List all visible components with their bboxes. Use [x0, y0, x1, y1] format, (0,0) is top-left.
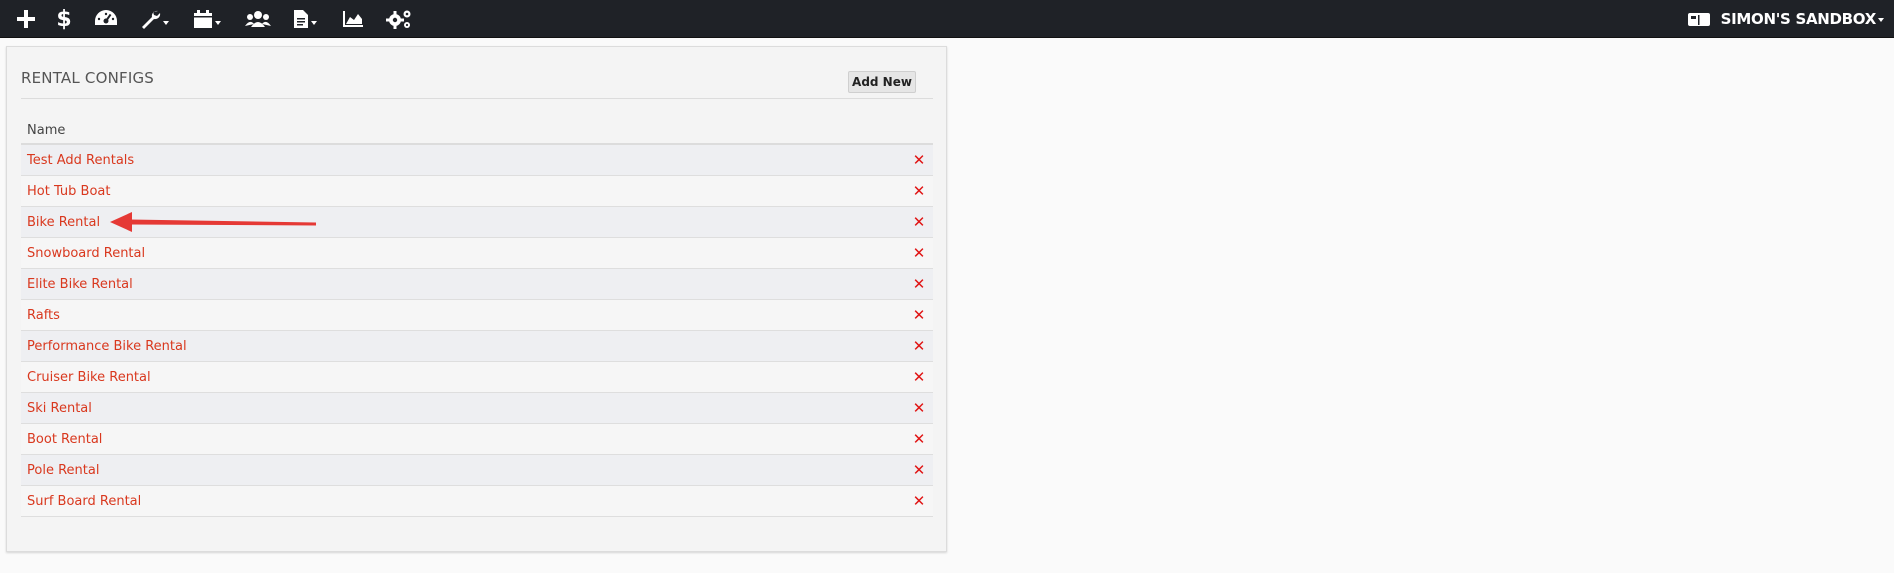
delete-icon[interactable]: ✕: [911, 461, 927, 479]
top-navbar: $ SIMON'S SANDBOX: [0, 0, 1894, 38]
chevron-down-icon: [311, 21, 317, 25]
chevron-down-icon: [1878, 18, 1884, 22]
cogs-icon[interactable]: [384, 0, 414, 38]
rental-configs-panel: RENTAL CONFIGS Add New Name Test Add Ren…: [6, 46, 947, 552]
table-row: Performance Bike Rental ✕: [21, 331, 933, 362]
divider: [21, 98, 933, 99]
table-row: Snowboard Rental ✕: [21, 238, 933, 269]
area-chart-icon[interactable]: [341, 0, 365, 38]
column-header-name: Name: [21, 117, 933, 145]
table-row: Hot Tub Boat ✕: [21, 176, 933, 207]
plus-icon[interactable]: [14, 0, 38, 38]
table-row: Ski Rental ✕: [21, 393, 933, 424]
account-label: SIMON'S SANDBOX: [1720, 10, 1877, 28]
delete-icon[interactable]: ✕: [911, 244, 927, 262]
table-row: Cruiser Bike Rental ✕: [21, 362, 933, 393]
rental-config-link[interactable]: Cruiser Bike Rental: [27, 370, 151, 385]
add-new-button[interactable]: Add New: [848, 71, 916, 93]
chevron-down-icon: [215, 21, 221, 25]
inbox-icon[interactable]: [1686, 0, 1712, 38]
annotation-arrow-icon: [110, 212, 316, 232]
rental-configs-table: Name Test Add Rentals ✕ Hot Tub Boat ✕ Bike …: [21, 117, 933, 517]
delete-icon[interactable]: ✕: [911, 306, 927, 324]
rental-config-link[interactable]: Hot Tub Boat: [27, 184, 110, 199]
dashboard-gauge-icon[interactable]: [92, 0, 120, 38]
rental-config-link[interactable]: Bike Rental: [27, 215, 100, 230]
rental-config-link[interactable]: Test Add Rentals: [27, 153, 134, 168]
rental-config-link[interactable]: Pole Rental: [27, 463, 99, 478]
delete-icon[interactable]: ✕: [911, 275, 927, 293]
rental-config-link[interactable]: Rafts: [27, 308, 60, 323]
rental-config-link[interactable]: Performance Bike Rental: [27, 339, 187, 354]
rental-config-link[interactable]: Snowboard Rental: [27, 246, 145, 261]
dollar-icon[interactable]: $: [54, 0, 74, 38]
table-body: Test Add Rentals ✕ Hot Tub Boat ✕ Bike Renta…: [21, 145, 933, 517]
rental-config-link[interactable]: Ski Rental: [27, 401, 92, 416]
users-icon[interactable]: [244, 0, 272, 38]
delete-icon[interactable]: ✕: [911, 399, 927, 417]
document-icon[interactable]: [290, 0, 320, 38]
calendar-icon[interactable]: [191, 0, 223, 38]
delete-icon[interactable]: ✕: [911, 430, 927, 448]
delete-icon[interactable]: ✕: [911, 182, 927, 200]
account-menu[interactable]: SIMON'S SANDBOX: [1721, 0, 1894, 38]
delete-icon[interactable]: ✕: [911, 151, 927, 169]
chevron-down-icon: [163, 21, 169, 25]
panel-title: RENTAL CONFIGS: [21, 69, 155, 87]
table-row: Test Add Rentals ✕: [21, 145, 933, 176]
table-row: Boot Rental ✕: [21, 424, 933, 455]
rental-config-link[interactable]: Elite Bike Rental: [27, 277, 133, 292]
delete-icon[interactable]: ✕: [911, 492, 927, 510]
delete-icon[interactable]: ✕: [911, 337, 927, 355]
table-row: Pole Rental ✕: [21, 455, 933, 486]
table-row: Rafts ✕: [21, 300, 933, 331]
rental-config-link[interactable]: Boot Rental: [27, 432, 102, 447]
delete-icon[interactable]: ✕: [911, 368, 927, 386]
table-row: Surf Board Rental ✕: [21, 486, 933, 517]
wrench-icon[interactable]: [138, 0, 170, 38]
rental-config-link[interactable]: Surf Board Rental: [27, 494, 141, 509]
delete-icon[interactable]: ✕: [911, 213, 927, 231]
table-row: Elite Bike Rental ✕: [21, 269, 933, 300]
